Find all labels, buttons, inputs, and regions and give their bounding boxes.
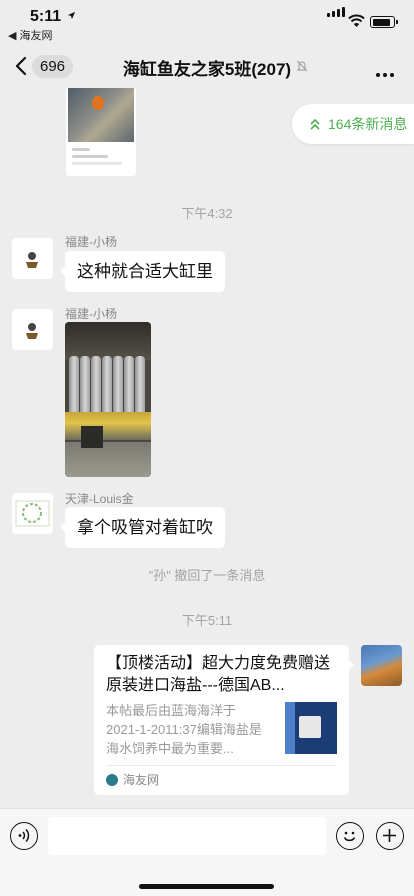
- new-messages-label: 164条新消息: [328, 116, 408, 132]
- battery-icon: [370, 16, 398, 28]
- more-options-icon[interactable]: [376, 64, 397, 82]
- more-actions-button[interactable]: [376, 822, 404, 850]
- message-input[interactable]: [48, 817, 326, 855]
- back-chevron-icon[interactable]: [14, 56, 28, 76]
- sender-name: 福建-小杨: [65, 307, 117, 321]
- back-to-app-link[interactable]: ◀ 海友网: [8, 27, 53, 43]
- sender-name: 福建-小杨: [65, 235, 117, 249]
- chat-header: 696 海缸鱼友之家5班(207): [0, 44, 414, 88]
- timestamp: 下午4:32: [181, 206, 233, 221]
- link-card-source: 海友网: [106, 773, 159, 787]
- aquarium-photo: [68, 88, 134, 142]
- source-logo-icon: [106, 774, 118, 786]
- link-card-description: 本帖最后由蓝海海洋于2021-1-2011:37编辑海盐是海水饲养中最为重要..…: [106, 703, 262, 756]
- chat-message-list[interactable]: 164条新消息 下午4:32 福建-小杨 这种就合适大缸里 福建-小杨 天津-L…: [0, 88, 414, 808]
- emoji-icon: [343, 831, 356, 842]
- image-message[interactable]: [65, 322, 151, 477]
- battery-level: [372, 18, 390, 26]
- sender-name: 天津-Louis金: [65, 492, 134, 506]
- avatar[interactable]: [12, 238, 53, 279]
- chat-title: 海缸鱼友之家5班(207): [122, 60, 292, 79]
- link-card-message[interactable]: 【顶楼活动】超大力度免费赠送原装进口海盐---德国AB... 本帖最后由蓝海海洋…: [94, 645, 354, 795]
- link-card-thumbnail: [285, 702, 337, 754]
- plus-icon: [383, 829, 396, 842]
- location-arrow-icon: [67, 11, 76, 20]
- voice-input-button[interactable]: [10, 822, 38, 850]
- double-chevron-up-icon: [310, 118, 320, 130]
- recall-notice: "孙" 撤回了一条消息: [148, 568, 266, 583]
- message-bubble[interactable]: 拿个吸管对着缸吹: [60, 507, 225, 548]
- my-avatar[interactable]: [361, 645, 402, 686]
- voice-icon: [18, 828, 30, 843]
- new-messages-button[interactable]: 164条新消息: [292, 104, 414, 144]
- mute-bell-icon: [296, 60, 308, 72]
- unread-count-badge[interactable]: 696: [32, 55, 74, 78]
- home-indicator: [139, 884, 274, 889]
- avatar[interactable]: [12, 493, 53, 534]
- link-card-title: 【顶楼活动】超大力度免费赠送原装进口海盐---德国AB...: [106, 655, 331, 694]
- avatar[interactable]: [12, 309, 53, 350]
- timestamp: 下午5:11: [181, 613, 233, 628]
- status-time: 5:11: [30, 8, 62, 25]
- status-bar: 5:11 ◀ 海友网: [0, 0, 414, 44]
- message-bubble[interactable]: 这种就合适大缸里: [60, 251, 225, 292]
- wifi-icon: [348, 14, 365, 27]
- emoji-button[interactable]: [336, 822, 364, 850]
- input-bar: [0, 808, 414, 896]
- image-message-partial[interactable]: [66, 88, 136, 176]
